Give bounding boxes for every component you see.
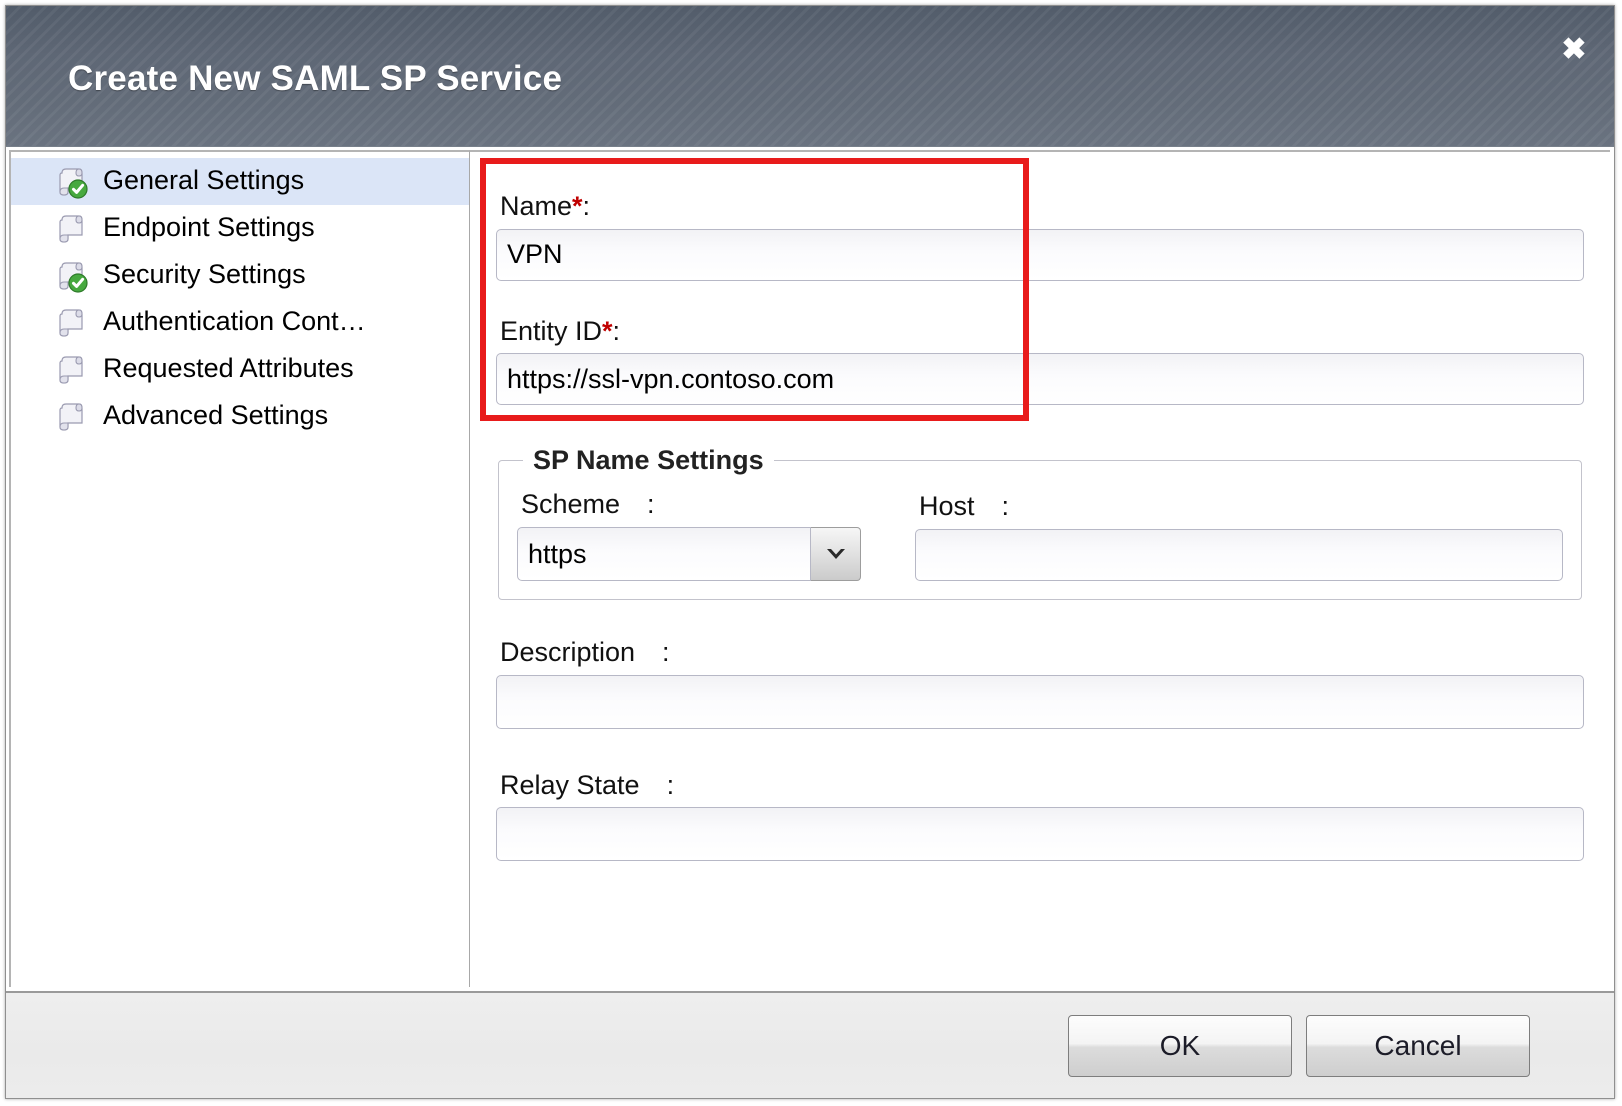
cancel-button[interactable]: Cancel	[1306, 1015, 1530, 1077]
entity-id-input[interactable]: https://ssl-vpn.contoso.com	[496, 353, 1584, 405]
name-label: Name*:	[500, 192, 1584, 222]
dialog-body: General Settings Endpoint Settings	[6, 147, 1614, 991]
title-bar-surface: Create New SAML SP Service ✖	[6, 6, 1614, 146]
dialog-footer: OK Cancel	[6, 991, 1614, 1098]
general-settings-panel: Name*: VPN Entity ID*: https://ssl-vpn.c…	[470, 150, 1610, 987]
sidebar-item-label: Advanced Settings	[103, 402, 328, 432]
ok-button[interactable]: OK	[1068, 1015, 1292, 1077]
scheme-selected-value[interactable]: https	[517, 527, 811, 581]
name-field-group: Name*: VPN	[496, 192, 1584, 281]
create-saml-sp-service-dialog: Create New SAML SP Service ✖ General Set…	[5, 5, 1615, 1099]
chevron-down-icon[interactable]	[811, 527, 861, 581]
settings-navigation-list: General Settings Endpoint Settings	[9, 150, 470, 987]
scheme-select[interactable]: https	[517, 527, 861, 581]
sp-name-settings-group: SP Name Settings Scheme : https	[498, 445, 1582, 600]
general-settings-form: Name*: VPN Entity ID*: https://ssl-vpn.c…	[470, 152, 1610, 987]
sidebar-item-label: Requested Attributes	[103, 355, 354, 385]
relay-state-field-group: Relay State :	[496, 771, 1584, 862]
sidebar-item-label: Security Settings	[103, 261, 306, 291]
sidebar-item-label: Endpoint Settings	[103, 214, 315, 244]
scroll-check-icon	[55, 165, 89, 199]
scheme-label: Scheme :	[521, 490, 861, 520]
page-title: Create New SAML SP Service	[68, 59, 562, 99]
sidebar-item-requested-attributes[interactable]: Requested Attributes	[11, 346, 469, 393]
entity-id-label-colon: :	[613, 316, 621, 346]
host-field-group: Host :	[915, 492, 1563, 581]
entity-id-label-text: Entity ID	[500, 316, 602, 346]
relay-state-input[interactable]	[496, 807, 1584, 861]
sidebar-item-label: Authentication Cont…	[103, 308, 366, 338]
host-input[interactable]	[915, 529, 1563, 581]
description-field-group: Description :	[496, 638, 1584, 729]
required-asterisk: *	[572, 191, 583, 221]
entity-id-field-group: Entity ID*: https://ssl-vpn.contoso.com	[496, 317, 1584, 406]
name-label-colon: :	[583, 191, 591, 221]
sidebar-item-label: General Settings	[103, 167, 304, 197]
entity-id-label: Entity ID*:	[500, 317, 1584, 347]
scheme-host-row: Scheme : https Host	[517, 490, 1563, 581]
scroll-icon	[55, 306, 89, 340]
relay-state-label: Relay State :	[500, 771, 1584, 801]
scroll-icon	[55, 353, 89, 387]
dialog-title-bar: Create New SAML SP Service ✖	[6, 6, 1614, 147]
sidebar-item-advanced-settings[interactable]: Advanced Settings	[11, 393, 469, 440]
required-asterisk: *	[602, 316, 613, 346]
description-label: Description :	[500, 638, 1584, 668]
sidebar-item-general-settings[interactable]: General Settings	[11, 158, 470, 205]
scheme-field-group: Scheme : https	[517, 490, 861, 581]
host-label: Host :	[919, 492, 1563, 522]
sidebar-item-endpoint-settings[interactable]: Endpoint Settings	[11, 205, 469, 252]
close-icon[interactable]: ✖	[1556, 32, 1592, 68]
scroll-icon	[55, 212, 89, 246]
scroll-check-icon	[55, 259, 89, 293]
scroll-icon	[55, 400, 89, 434]
name-input[interactable]: VPN	[496, 229, 1584, 281]
sidebar-item-authentication-context[interactable]: Authentication Cont…	[11, 299, 469, 346]
name-label-text: Name	[500, 191, 572, 221]
description-input[interactable]	[496, 675, 1584, 729]
sp-name-settings-legend: SP Name Settings	[523, 445, 774, 476]
sidebar-item-security-settings[interactable]: Security Settings	[11, 252, 469, 299]
